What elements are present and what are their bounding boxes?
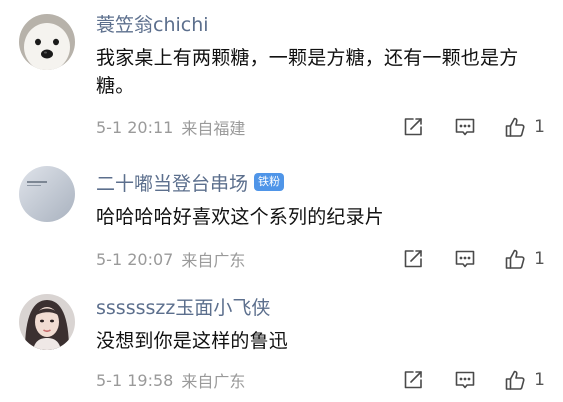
comment-text: 哈哈哈哈好喜欢这个系列的纪录片 <box>96 206 385 228</box>
reply-button[interactable] <box>454 248 476 270</box>
thumbs-up-icon <box>505 370 525 390</box>
like-button[interactable]: 1 <box>504 369 545 391</box>
comment-actions: 1 <box>402 248 545 270</box>
share-button[interactable] <box>402 369 424 391</box>
avatar[interactable] <box>19 294 75 350</box>
avatar[interactable] <box>19 14 75 70</box>
comment-icon <box>455 371 475 389</box>
gray-device-avatar-icon <box>19 166 75 222</box>
comment-text: 我家桌上有两颗糖，一颗是方糖，还有一颗也是方糖。 <box>96 47 519 97</box>
share-icon <box>404 250 422 268</box>
like-count: 1 <box>534 370 545 390</box>
comment-item: sssssszz玉面小飞侠 没想到你是这样的鲁迅 5-1 19:58 来自广东 <box>0 268 563 402</box>
comment-text: 没想到你是这样的鲁迅 <box>96 330 289 352</box>
comment-icon <box>455 250 475 268</box>
avatar[interactable] <box>19 166 75 222</box>
comment-meta: 5-1 19:58 来自广东 1 <box>96 368 545 392</box>
like-button[interactable]: 1 <box>504 248 545 270</box>
comment-list: 蓑笠翁chichi 我家桌上有两颗糖，一颗是方糖，还有一颗也是方糖。 5-1 2… <box>0 0 563 402</box>
timestamp: 5-1 20:07 <box>96 249 174 269</box>
location: 来自广东 <box>181 372 246 391</box>
share-button[interactable] <box>402 248 424 270</box>
username[interactable]: 二十嘟当登台串场 <box>96 169 248 196</box>
comment-item: 蓑笠翁chichi 我家桌上有两颗糖，一颗是方糖，还有一颗也是方糖。 5-1 2… <box>0 0 563 138</box>
reply-button[interactable] <box>454 369 476 391</box>
username-row: 二十嘟当登台串场 铁粉 <box>96 168 285 196</box>
username[interactable]: sssssszz玉面小飞侠 <box>96 293 270 320</box>
timestamp: 5-1 19:58 <box>96 370 174 390</box>
username-row: 蓑笠翁chichi <box>96 9 209 37</box>
woman-portrait-avatar-icon <box>19 294 75 350</box>
username-row: sssssszz玉面小飞侠 <box>96 292 270 320</box>
fan-badge: 铁粉 <box>254 173 285 191</box>
like-count: 1 <box>534 249 545 269</box>
comment-actions: 1 <box>402 369 545 391</box>
dog-face-avatar-icon <box>19 14 75 70</box>
comment-item: 二十嘟当登台串场 铁粉 哈哈哈哈好喜欢这个系列的纪录片 5-1 20:07 来自… <box>0 134 563 270</box>
share-icon <box>404 371 422 389</box>
thumbs-up-icon <box>505 249 525 269</box>
username[interactable]: 蓑笠翁chichi <box>96 10 209 37</box>
